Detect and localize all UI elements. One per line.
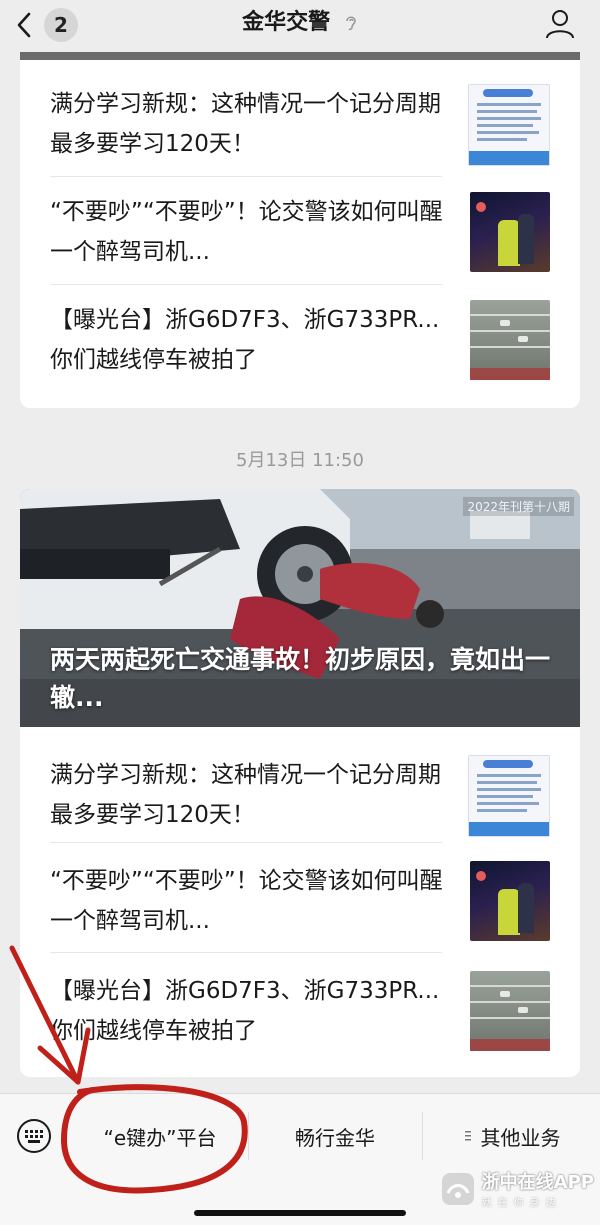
article-item[interactable]: 满分学习新规：这种情况一个记分周期最多要学习120天！ bbox=[50, 743, 550, 851]
article-title: 【曝光台】浙G6D7F3、浙G733PR...你们越线停车被拍了 bbox=[50, 307, 440, 373]
menu-separator bbox=[248, 1112, 249, 1160]
hero-title: 两天两起死亡交通事故！初步原因，竟如出一辙... bbox=[50, 645, 551, 712]
article-title: 满分学习新规：这种情况一个记分周期最多要学习120天！ bbox=[50, 91, 441, 157]
menu-separator bbox=[422, 1112, 423, 1160]
hero-article[interactable]: 2022年刊第十八期 两天两起死亡交通事故！初步原因，竟如出一辙... bbox=[20, 489, 580, 727]
article-card: 2022年刊第十八期 两天两起死亡交通事故！初步原因，竟如出一辙... 满分学习… bbox=[20, 489, 580, 1077]
keyboard-icon[interactable] bbox=[16, 1118, 52, 1154]
ear-icon bbox=[346, 16, 356, 31]
watermark-name: 浙中在线APP bbox=[481, 1172, 594, 1193]
top-nav-bar: 2 金华交警 bbox=[0, 0, 600, 52]
menu-other-services[interactable]: 其他业务 bbox=[425, 1116, 600, 1156]
article-item[interactable]: “不要吵”“不要吵”！论交警该如何叫醒一个醉驾司机... bbox=[50, 180, 550, 288]
page-title-area: 金华交警 bbox=[0, 8, 600, 38]
menu-separator bbox=[66, 1112, 67, 1160]
divider bbox=[50, 284, 442, 285]
document-thumbnail bbox=[468, 84, 550, 166]
page-title: 金华交警 bbox=[242, 10, 331, 35]
watermark: 浙中在线APP 就在你身边 bbox=[441, 1168, 594, 1209]
submenu-icon bbox=[464, 1131, 471, 1141]
article-item[interactable]: 【曝光台】浙G6D7F3、浙G733PR...你们越线停车被拍了 bbox=[50, 959, 550, 1067]
profile-icon[interactable] bbox=[544, 8, 576, 40]
issue-badge: 2022年刊第十八期 bbox=[463, 497, 574, 516]
watermark-logo-icon bbox=[441, 1172, 474, 1205]
menu-other-services-label: 其他业务 bbox=[480, 1125, 561, 1150]
article-title: 【曝光台】浙G6D7F3、浙G733PR...你们越线停车被拍了 bbox=[50, 978, 440, 1044]
article-title: “不要吵”“不要吵”！论交警该如何叫醒一个醉驾司机... bbox=[50, 868, 443, 934]
divider bbox=[50, 842, 442, 843]
divider bbox=[50, 176, 442, 177]
article-item[interactable]: “不要吵”“不要吵”！论交警该如何叫醒一个醉驾司机... bbox=[50, 849, 550, 957]
watermark-slogan: 就在你身边 bbox=[481, 1198, 562, 1209]
home-indicator bbox=[194, 1210, 406, 1216]
night-scene-thumbnail bbox=[470, 861, 550, 941]
article-title: 满分学习新规：这种情况一个记分周期最多要学习120天！ bbox=[50, 762, 441, 828]
menu-e-key-platform[interactable]: “e键办”平台 bbox=[80, 1116, 240, 1156]
message-timestamp: 5月13日 11:50 bbox=[236, 450, 364, 471]
divider bbox=[50, 952, 442, 953]
night-scene-thumbnail bbox=[470, 192, 550, 272]
article-card-previous: 满分学习新规：这种情况一个记分周期最多要学习120天！ “不要吵”“不要吵”！论… bbox=[20, 52, 580, 408]
traffic-camera-thumbnail bbox=[470, 300, 550, 380]
menu-changxing-jinhua[interactable]: 畅行金华 bbox=[255, 1116, 415, 1156]
article-title: “不要吵”“不要吵”！论交警该如何叫醒一个醉驾司机... bbox=[50, 199, 443, 265]
article-item[interactable]: 满分学习新规：这种情况一个记分周期最多要学习120天！ bbox=[50, 72, 550, 180]
article-item[interactable]: 【曝光台】浙G6D7F3、浙G733PR...你们越线停车被拍了 bbox=[50, 288, 550, 396]
hero-image-edge bbox=[20, 52, 580, 60]
document-thumbnail bbox=[468, 755, 550, 837]
traffic-camera-thumbnail bbox=[470, 971, 550, 1051]
